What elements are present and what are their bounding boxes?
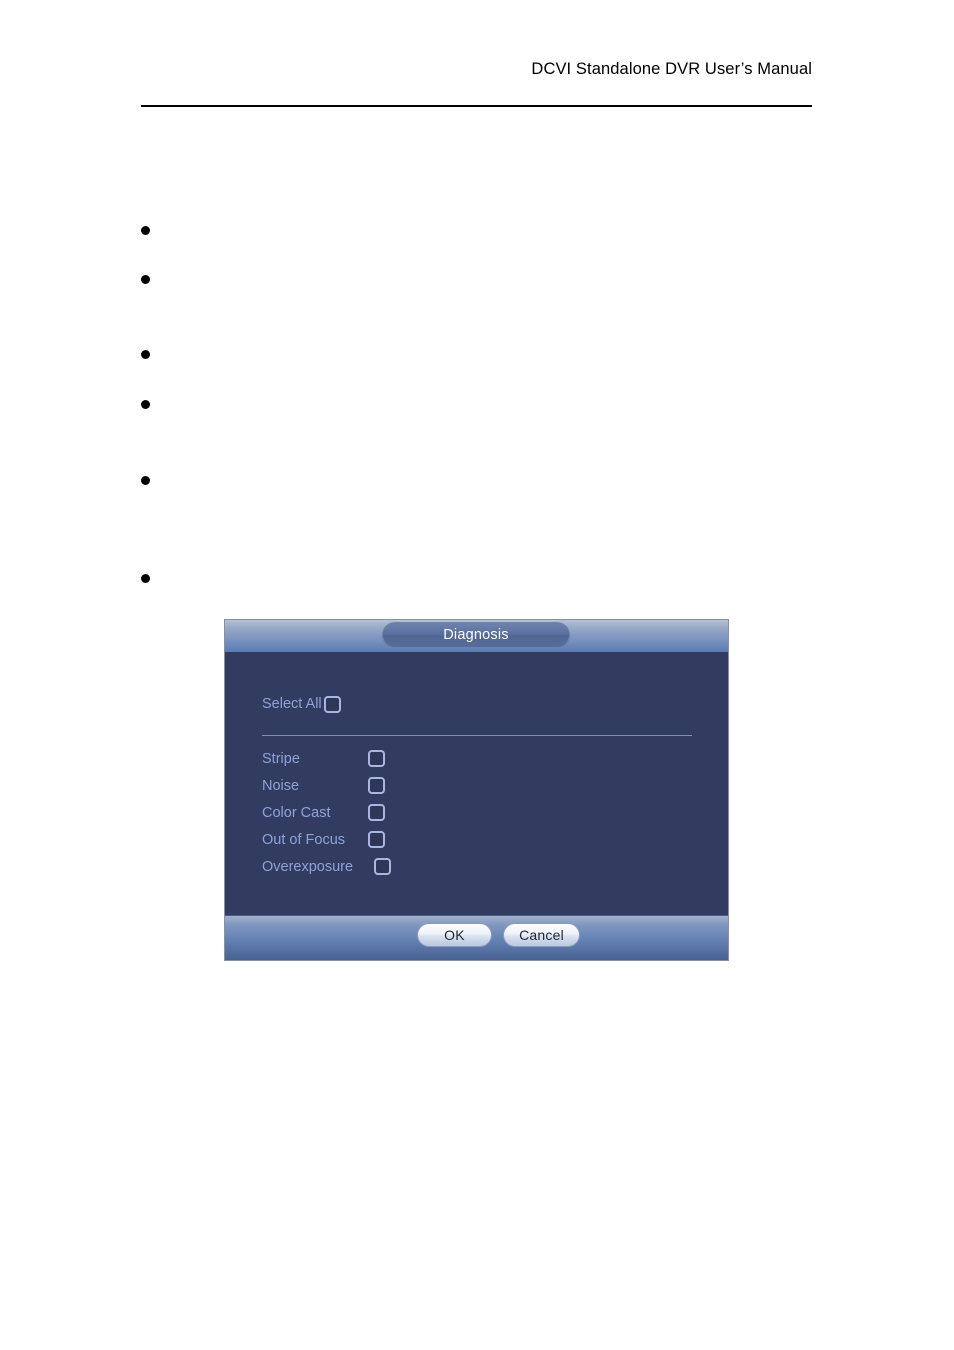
cancel-button[interactable]: Cancel	[503, 923, 580, 947]
dialog-footer: OK Cancel	[225, 915, 728, 960]
dialog-title-text: Diagnosis	[443, 626, 509, 643]
diagnosis-option-label: Color Cast	[262, 805, 331, 822]
bullet-dot-icon	[141, 275, 150, 284]
header-divider	[141, 105, 812, 107]
bullet-item	[141, 222, 166, 240]
bullet-dot-icon	[141, 476, 150, 485]
diagnosis-option-checkbox[interactable]	[368, 777, 385, 794]
diagnosis-option-label: Out of Focus	[262, 832, 346, 849]
ok-button[interactable]: OK	[417, 923, 492, 947]
diagnosis-option-row[interactable]: Out of Focus	[262, 827, 692, 854]
diagnosis-option-row[interactable]: Noise	[262, 773, 692, 800]
diagnosis-option-checkbox[interactable]	[368, 831, 385, 848]
diagnosis-option-row[interactable]: Color Cast	[262, 800, 692, 827]
diagnosis-option-list: Stripe Noise Color Cast Out of Focus Overexp…	[262, 746, 692, 881]
dialog-title-pill: Diagnosis	[382, 622, 570, 648]
page-title: DCVI Standalone DVR User’s Manual	[531, 60, 812, 78]
bullet-dot-icon	[141, 400, 150, 409]
diagnosis-option-checkbox[interactable]	[368, 750, 385, 767]
diagnosis-option-label: Overexposure	[262, 859, 354, 876]
page-header: DCVI Standalone DVR User’s Manual	[141, 60, 812, 106]
diagnosis-option-checkbox[interactable]	[374, 858, 391, 875]
select-all-row[interactable]: Select All	[262, 696, 341, 713]
select-all-label: Select All	[262, 696, 322, 713]
diagnosis-option-row[interactable]: Overexposure	[262, 854, 692, 881]
diagnosis-option-checkbox[interactable]	[368, 804, 385, 821]
bullet-item	[141, 346, 166, 364]
diagnosis-option-label: Noise	[262, 778, 300, 795]
bullet-item	[141, 271, 166, 289]
bullet-item	[141, 396, 166, 414]
bullet-dot-icon	[141, 350, 150, 359]
diagnosis-option-row[interactable]: Stripe	[262, 746, 692, 773]
diagnosis-dialog: Diagnosis Select All Stripe Noise Color Ca…	[225, 620, 728, 960]
dialog-body: Select All Stripe Noise Color Cast Out of F…	[225, 652, 728, 915]
section-divider	[262, 735, 692, 736]
bullet-dot-icon	[141, 226, 150, 235]
select-all-checkbox[interactable]	[323, 696, 341, 713]
bullet-item	[141, 472, 166, 490]
bullet-item	[141, 570, 166, 588]
dialog-titlebar: Diagnosis	[225, 620, 728, 652]
diagnosis-option-label: Stripe	[262, 751, 300, 768]
bullet-dot-icon	[141, 574, 150, 583]
